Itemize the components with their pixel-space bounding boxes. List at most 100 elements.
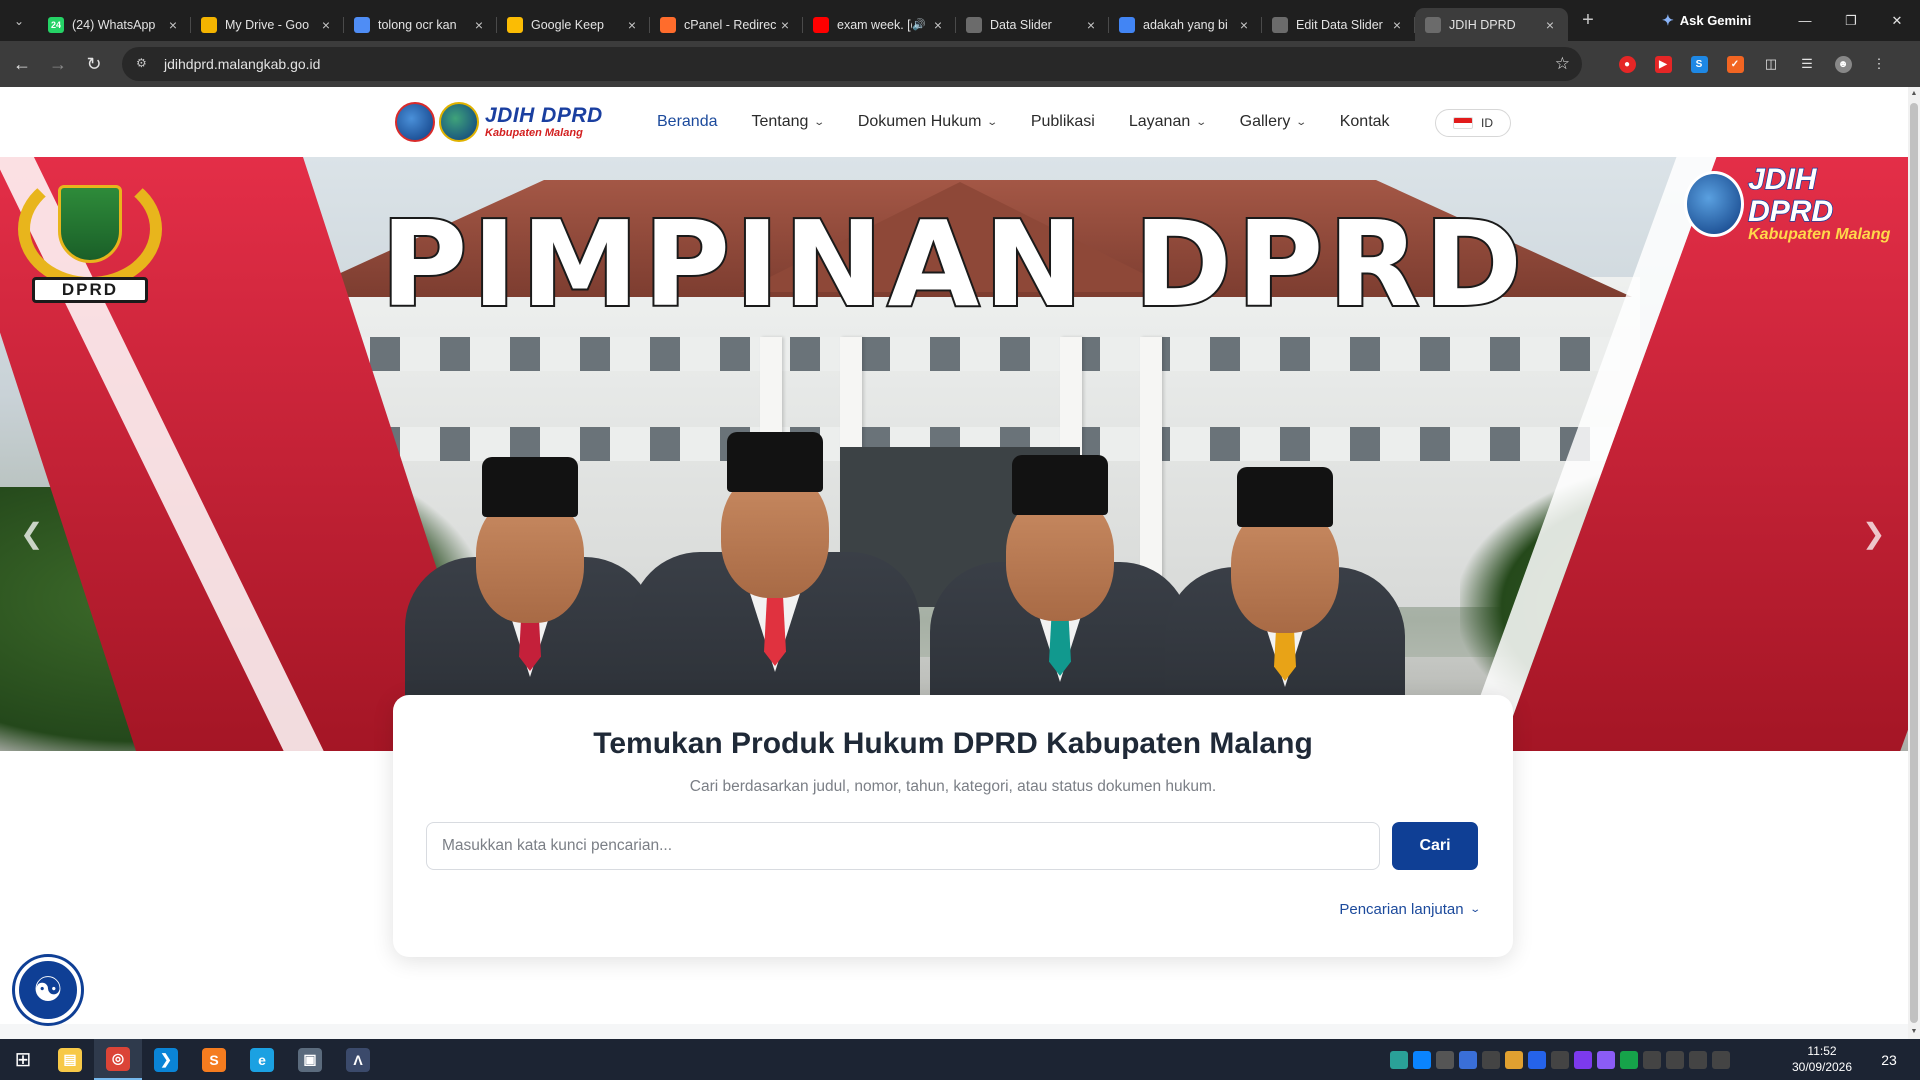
accessibility-button[interactable]: ☯	[15, 957, 81, 1023]
tab-title: tolong ocr kan	[378, 17, 457, 32]
tray-shield-icon[interactable]	[1528, 1050, 1546, 1069]
tray-cloud-icon[interactable]	[1436, 1050, 1454, 1069]
tray-headset-icon[interactable]	[1551, 1050, 1569, 1069]
colorful-extension-icon[interactable]: ✓	[1720, 49, 1750, 79]
nav-item-layanan[interactable]: Layanan ⌄	[1129, 113, 1207, 131]
tray-battery-icon[interactable]	[1712, 1050, 1730, 1069]
slider-next-arrow-icon[interactable]: ❯	[1862, 517, 1885, 550]
tray-network-icon[interactable]	[1666, 1050, 1684, 1069]
clock-date: 30/09/2026	[1791, 1060, 1853, 1074]
search-input[interactable]	[426, 822, 1380, 870]
building-column	[1140, 337, 1162, 587]
browser-tab[interactable]: Data Slider ×	[956, 8, 1109, 41]
nav-item-gallery[interactable]: Gallery ⌄	[1240, 113, 1308, 131]
arc-icon: Λ	[346, 1047, 370, 1072]
back-button[interactable]: ←	[4, 46, 40, 82]
ask-gemini-button[interactable]: ✦ Ask Gemini	[1662, 8, 1751, 32]
tab-close-icon[interactable]: ×	[1236, 17, 1252, 33]
browser-tab[interactable]: My Drive - Goo ×	[191, 8, 344, 41]
extensions-puzzle-icon[interactable]: ◫	[1756, 49, 1786, 79]
media-control-icon[interactable]: ☰	[1792, 49, 1822, 79]
tray-chart-icon[interactable]	[1482, 1050, 1500, 1069]
tab-title: (24) WhatsApp	[72, 17, 156, 32]
tab-close-icon[interactable]: ×	[1542, 17, 1558, 33]
s-extension-icon[interactable]: S	[1684, 49, 1714, 79]
url-text[interactable]: jdihdprd.malangkab.go.id	[164, 56, 320, 72]
tab-close-icon[interactable]: ×	[471, 17, 487, 33]
windows-start-icon[interactable]: ⊞	[0, 1039, 46, 1080]
tray-app-icon[interactable]	[1574, 1050, 1592, 1069]
tray-app-icon[interactable]	[1390, 1050, 1408, 1069]
nav-item-kontak[interactable]: Kontak	[1340, 113, 1390, 131]
browser-tab[interactable]: exam week. [de🔊 ×	[803, 8, 956, 41]
tray-gemini-icon[interactable]	[1459, 1050, 1477, 1069]
tray-bluetooth-icon[interactable]	[1643, 1050, 1661, 1069]
nav-item-tentang[interactable]: Tentang ⌄	[752, 113, 826, 131]
browser-tab[interactable]: tolong ocr kan ×	[344, 8, 497, 41]
nav-item-dokumen-hukum[interactable]: Dokumen Hukum ⌄	[858, 113, 999, 131]
scroll-up-arrow-icon[interactable]: ▲	[1908, 87, 1920, 101]
page-scrollbar[interactable]: ▲ ▼	[1908, 87, 1920, 1039]
browser-tab[interactable]: Google Keep ×	[497, 8, 650, 41]
site-header: JDIH DPRD Kabupaten Malang Beranda Tentan…	[0, 87, 1908, 157]
chevron-down-icon: ⌄	[813, 116, 826, 128]
taskbar-app-button[interactable]: Λ	[334, 1039, 382, 1080]
scrollbar-thumb[interactable]	[1910, 103, 1918, 1023]
profile-avatar-icon[interactable]: ☻	[1828, 49, 1858, 79]
notification-center-icon[interactable]: 23	[1874, 1048, 1904, 1072]
tray-volume-icon[interactable]	[1689, 1050, 1707, 1069]
scroll-down-arrow-icon[interactable]: ▼	[1908, 1025, 1920, 1039]
tab-close-icon[interactable]: ×	[777, 17, 793, 33]
search-button[interactable]: Cari	[1392, 822, 1478, 870]
youtube-extension-icon[interactable]: ▶	[1648, 49, 1678, 79]
tray-app-icon[interactable]	[1620, 1050, 1638, 1069]
tab-close-icon[interactable]: ×	[318, 17, 334, 33]
bookmark-star-icon[interactable]: ☆	[1555, 54, 1570, 74]
taskbar-app-button[interactable]: ▣	[286, 1039, 334, 1080]
tab-title: exam week. [de	[837, 17, 912, 32]
tab-close-icon[interactable]: ×	[165, 17, 181, 33]
browser-tab[interactable]: 24 (24) WhatsApp ×	[38, 8, 191, 41]
tab-close-icon[interactable]: ×	[1083, 17, 1099, 33]
tab-close-icon[interactable]: ×	[930, 17, 946, 33]
google-keep-icon	[507, 16, 523, 33]
browser-tab-strip: ⌄ 24 (24) WhatsApp × My Drive - Goo × tolong …	[0, 0, 1920, 41]
tab-title: cPanel - Redirec	[684, 17, 777, 32]
address-bar[interactable]: ⚙ jdihdprd.malangkab.go.id ☆	[122, 47, 1582, 81]
site-logo[interactable]: JDIH DPRD Kabupaten Malang	[395, 100, 605, 144]
forward-button[interactable]: →	[40, 46, 76, 82]
tab-close-icon[interactable]: ×	[624, 17, 640, 33]
minimize-button[interactable]: —	[1782, 0, 1828, 41]
browser-menu-icon[interactable]: ⋮	[1864, 49, 1894, 79]
nav-item-beranda[interactable]: Beranda	[657, 113, 718, 131]
new-tab-button[interactable]: +	[1572, 5, 1604, 37]
close-window-button[interactable]: ✕	[1874, 0, 1920, 41]
site-info-icon[interactable]: ⚙	[136, 56, 152, 72]
slider-prev-arrow-icon[interactable]: ❮	[20, 517, 43, 550]
adblock-extension-icon[interactable]: ●	[1612, 49, 1642, 79]
nav-item-label: Publikasi	[1030, 113, 1095, 130]
taskbar-app-button[interactable]: ◎	[94, 1039, 142, 1080]
indonesia-flag-icon	[1453, 117, 1473, 129]
taskbar-clock[interactable]: 11:52 30/09/2026	[1782, 1043, 1862, 1075]
tray-app-icon[interactable]	[1413, 1050, 1431, 1069]
language-switcher[interactable]: ID	[1435, 109, 1511, 137]
tray-app-icon[interactable]	[1505, 1050, 1523, 1069]
nav-item-publikasi[interactable]: Publikasi	[1031, 113, 1095, 131]
reload-button[interactable]: ↻	[76, 46, 112, 82]
browser-tab[interactable]: cPanel - Redirec ×	[650, 8, 803, 41]
browser-tab[interactable]: Edit Data Slider ×	[1262, 8, 1415, 41]
tray-pen-icon[interactable]	[1597, 1050, 1615, 1069]
taskbar-app-button[interactable]: e	[238, 1039, 286, 1080]
restore-button[interactable]: ❐	[1828, 0, 1874, 41]
taskbar-app-button[interactable]: S	[190, 1039, 238, 1080]
advanced-search-toggle[interactable]: Pencarian lanjutan ⌄	[1339, 901, 1480, 918]
chevron-down-icon: ⌄	[1295, 116, 1308, 128]
tab-close-icon[interactable]: ×	[1389, 17, 1405, 33]
tab-audio-icon[interactable]: 🔊	[912, 18, 926, 31]
browser-tab[interactable]: adakah yang bi ×	[1109, 8, 1262, 41]
browser-tab[interactable]: JDIH DPRD ×	[1415, 8, 1568, 41]
tab-search-chevron-icon[interactable]: ⌄	[0, 0, 38, 41]
taskbar-app-button[interactable]: ▤	[46, 1039, 94, 1080]
taskbar-app-button[interactable]: ❯	[142, 1039, 190, 1080]
